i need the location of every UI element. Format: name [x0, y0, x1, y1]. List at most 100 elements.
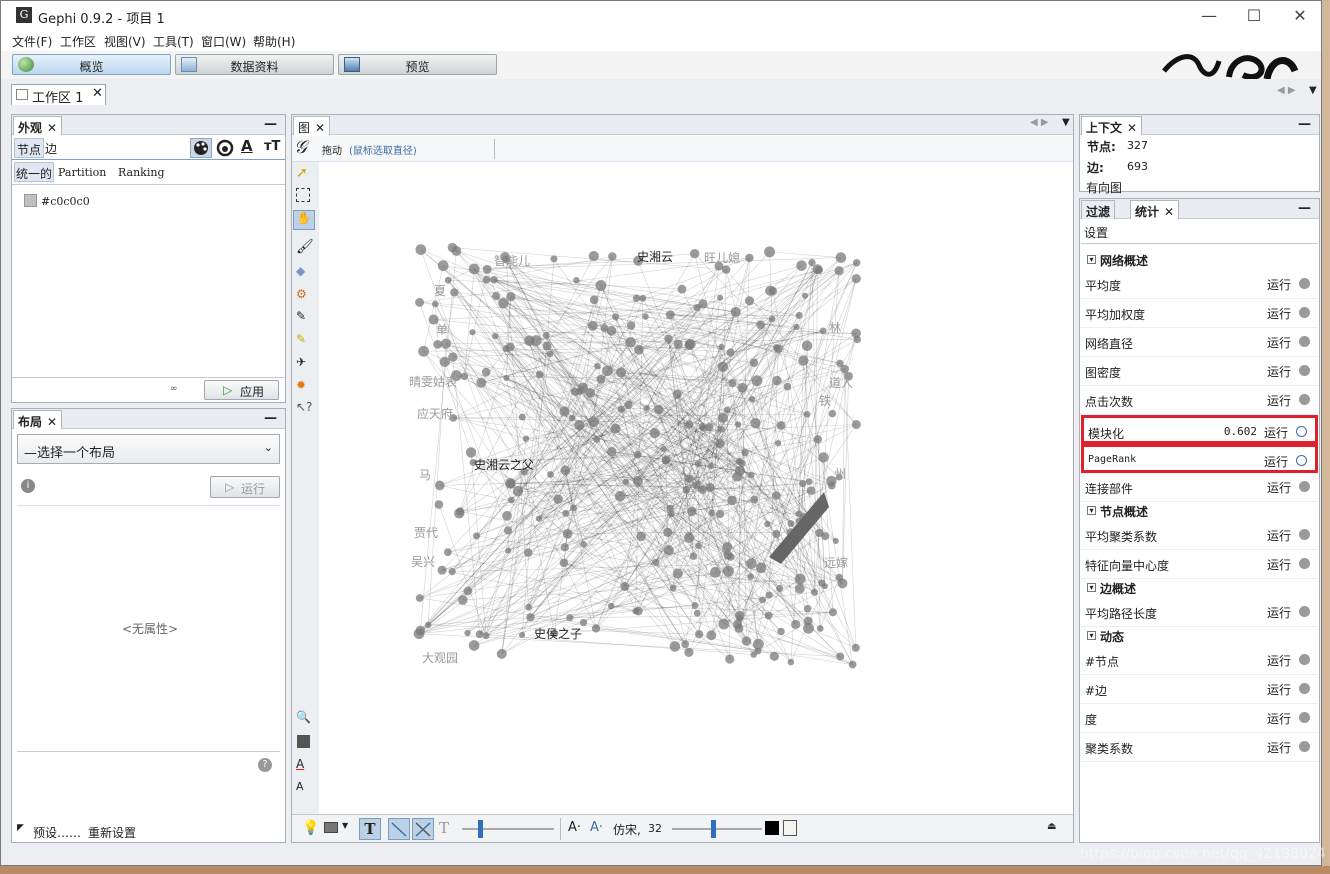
- graph-node[interactable]: [718, 618, 730, 630]
- graph-node[interactable]: [434, 500, 444, 509]
- graph-node[interactable]: [741, 636, 752, 646]
- graph-node[interactable]: [518, 632, 526, 639]
- graph-node[interactable]: [750, 418, 761, 429]
- graph-node[interactable]: [828, 409, 837, 418]
- graph-node[interactable]: [562, 509, 570, 517]
- edge-color-toggle[interactable]: [412, 818, 434, 840]
- graph-node[interactable]: [639, 294, 647, 302]
- graph-node[interactable]: [443, 548, 452, 557]
- font-color-icon[interactable]: A: [296, 757, 312, 773]
- apply-button[interactable]: ▷ 应用: [204, 380, 279, 400]
- settings-link[interactable]: 设置: [1084, 224, 1108, 241]
- label-scale-slider-thumb[interactable]: [711, 820, 716, 838]
- graph-node[interactable]: [580, 540, 587, 548]
- graph-node[interactable]: [723, 550, 733, 560]
- graph-node[interactable]: [542, 341, 552, 351]
- graph-node[interactable]: [803, 411, 811, 418]
- graph-node[interactable]: [799, 480, 807, 488]
- graph-node[interactable]: [602, 365, 613, 377]
- menu-window[interactable]: 窗口(W): [201, 33, 246, 50]
- report-help-icon[interactable]: [1299, 558, 1310, 569]
- graph-node[interactable]: [741, 448, 749, 457]
- graph-node[interactable]: [682, 486, 691, 494]
- graph-node[interactable]: [589, 295, 599, 305]
- graph-node[interactable]: [787, 520, 795, 528]
- graph-node[interactable]: [717, 412, 728, 423]
- graph-node[interactable]: [672, 568, 683, 579]
- graph-node[interactable]: [803, 622, 814, 634]
- graph-node[interactable]: [723, 406, 731, 414]
- graph-node[interactable]: [570, 504, 578, 512]
- graph-node[interactable]: [744, 296, 755, 306]
- run-button[interactable]: 运行: [1267, 604, 1291, 621]
- graph-tab[interactable]: 图 ✕: [293, 116, 331, 135]
- edge-scale-slider-thumb[interactable]: [478, 820, 483, 838]
- graph-node[interactable]: [482, 264, 492, 274]
- graph-node[interactable]: [787, 658, 795, 666]
- graph-node[interactable]: [502, 510, 512, 521]
- network-graph[interactable]: 史湘云史湘云之父史侯之子 智能儿 旺儿媳晴雯姑表应天府马贾代吴兴大观园 单 夏铁 林远嫁 道…: [319, 162, 1073, 814]
- graph-node[interactable]: [481, 367, 491, 377]
- graph-node[interactable]: [750, 495, 759, 504]
- graph-node[interactable]: [726, 348, 735, 357]
- graph-node[interactable]: [694, 460, 702, 468]
- show-edges-toggle[interactable]: [388, 818, 410, 840]
- gear-icon[interactable]: ✹: [296, 378, 312, 394]
- stats-section-header[interactable]: ▾ 网络概述: [1081, 251, 1318, 269]
- graph-node[interactable]: [522, 435, 530, 442]
- color-palette-icon[interactable]: [190, 138, 212, 158]
- graph-node[interactable]: [632, 607, 639, 615]
- graph-node[interactable]: [523, 548, 533, 557]
- graph-node[interactable]: [732, 471, 743, 482]
- graph-node[interactable]: [626, 321, 636, 330]
- graph-node[interactable]: [632, 476, 643, 487]
- graph-node[interactable]: [776, 421, 786, 430]
- graph-node[interactable]: [496, 648, 507, 659]
- graph-node[interactable]: [692, 481, 701, 490]
- graph-node[interactable]: [505, 547, 512, 554]
- font-name[interactable]: 仿宋,: [613, 821, 641, 838]
- graph-node[interactable]: [642, 313, 649, 320]
- graph-node[interactable]: [464, 629, 471, 637]
- tab-nodes[interactable]: 节点: [14, 138, 44, 158]
- workspace-menu-arrow-icon[interactable]: ▼: [1309, 85, 1317, 96]
- graph-node[interactable]: [625, 336, 636, 348]
- graph-node[interactable]: [652, 558, 660, 566]
- painter-icon[interactable]: ⚙: [296, 287, 312, 303]
- screenshot-icon[interactable]: [324, 822, 338, 833]
- graph-node[interactable]: [448, 352, 458, 362]
- graph-node[interactable]: [836, 652, 845, 661]
- graph-node[interactable]: [606, 325, 617, 336]
- graph-node[interactable]: [695, 542, 702, 550]
- graph-node[interactable]: [706, 630, 717, 641]
- graph-node[interactable]: [476, 377, 487, 388]
- graph-node[interactable]: [805, 478, 813, 486]
- graph-node[interactable]: [617, 405, 625, 413]
- size-icon[interactable]: [216, 139, 234, 157]
- graph-node[interactable]: [851, 274, 861, 284]
- graph-node[interactable]: [796, 260, 807, 271]
- graph-node[interactable]: [672, 389, 682, 399]
- graph-node[interactable]: [562, 528, 573, 539]
- report-help-icon[interactable]: [1299, 741, 1310, 752]
- airplane-icon[interactable]: ✈: [296, 355, 312, 371]
- graph-node[interactable]: [607, 602, 615, 610]
- graph-node[interactable]: [707, 462, 714, 470]
- report-help-icon[interactable]: [1299, 336, 1310, 347]
- graph-node[interactable]: [765, 591, 773, 599]
- graph-node[interactable]: [457, 595, 468, 605]
- report-help-icon[interactable]: [1299, 712, 1310, 723]
- presets-link[interactable]: 预设……: [33, 824, 81, 841]
- graph-node[interactable]: [691, 602, 699, 609]
- graph-node[interactable]: [793, 323, 800, 331]
- graph-node[interactable]: [472, 532, 481, 540]
- pointer-help-icon[interactable]: ↖?: [296, 400, 312, 416]
- graph-node[interactable]: [738, 459, 746, 467]
- graph-node[interactable]: [783, 382, 792, 391]
- graph-node[interactable]: [498, 297, 509, 309]
- run-button[interactable]: 运行: [1267, 363, 1291, 380]
- graph-node[interactable]: [693, 609, 701, 617]
- background-color-icon[interactable]: [297, 735, 310, 748]
- chain-icon[interactable]: ∞: [170, 384, 178, 394]
- show-labels-toggle[interactable]: T: [359, 818, 381, 840]
